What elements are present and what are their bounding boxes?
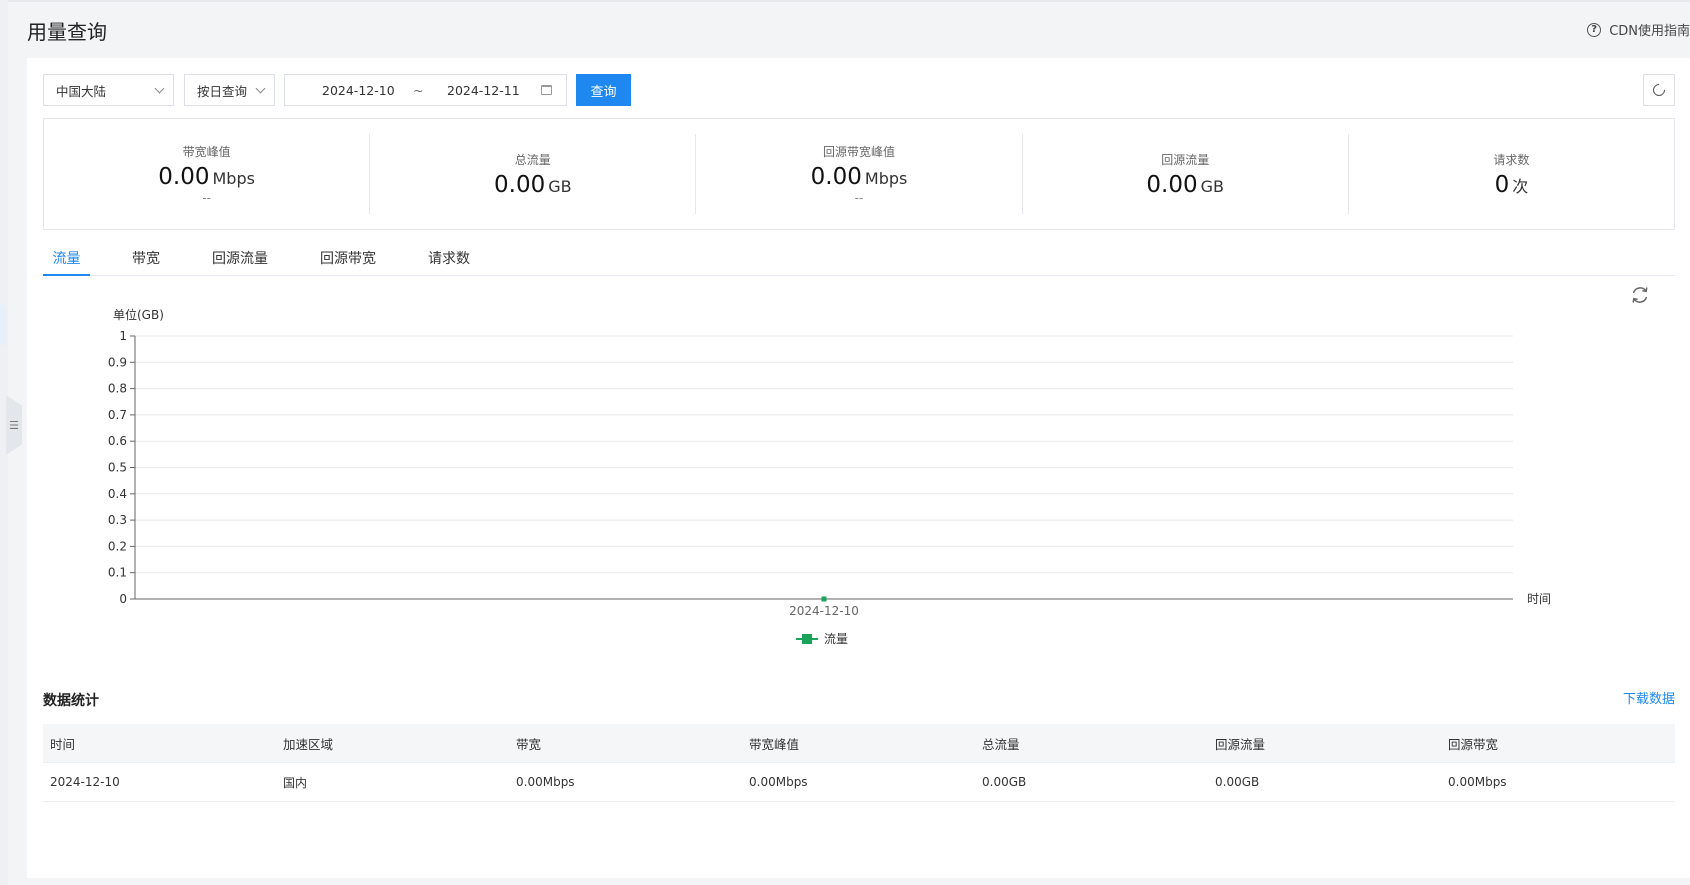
refresh-icon bbox=[1650, 81, 1668, 99]
cdn-guide-link[interactable]: ? CDN使用指南 bbox=[1587, 20, 1690, 39]
stat-label: 回源流量 bbox=[1161, 152, 1210, 167]
stat-unit: GB bbox=[1200, 176, 1224, 196]
tab-requests[interactable]: 请求数 bbox=[428, 240, 470, 276]
traffic-chart: 00.10.20.30.40.50.60.70.80.91 单位(GB) 时间 … bbox=[108, 307, 1551, 646]
legend-marker bbox=[802, 634, 812, 644]
tab-origin-bandwidth[interactable]: 回源带宽 bbox=[320, 240, 376, 276]
stat-label: 总流量 bbox=[514, 152, 551, 167]
y-tick-label: 0.2 bbox=[108, 539, 127, 553]
query-button[interactable]: 查询 bbox=[576, 74, 631, 106]
y-tick-label: 0 bbox=[119, 592, 127, 606]
column-header: 回源流量 bbox=[1215, 736, 1266, 752]
refresh-button[interactable] bbox=[1643, 74, 1675, 106]
region-select[interactable]: 中国大陆 bbox=[43, 74, 174, 106]
query-mode-select[interactable]: 按日查询 bbox=[184, 74, 275, 106]
stat-unit: Mbps bbox=[864, 169, 908, 188]
stat-total-traffic: 总流量 0.00 GB bbox=[369, 134, 695, 214]
legend-label: 流量 bbox=[824, 632, 848, 646]
column-header: 带宽峰值 bbox=[749, 736, 800, 752]
stat-unit: GB bbox=[548, 176, 572, 196]
stat-value: 0.00 bbox=[1146, 171, 1198, 198]
stat-unit: Mbps bbox=[212, 169, 255, 188]
stat-sub: -- bbox=[202, 191, 211, 205]
date-separator: ~ bbox=[413, 82, 424, 98]
y-tick-label: 0.1 bbox=[108, 566, 127, 580]
date-range-picker[interactable]: 2024-12-10 ~ 2024-12-11 bbox=[284, 74, 567, 106]
y-tick-label: 0.6 bbox=[108, 434, 127, 448]
y-tick-label: 0.5 bbox=[108, 461, 127, 475]
y-tick-label: 0.7 bbox=[108, 408, 127, 422]
stats-summary: 带宽峰值 0.00 Mbps -- 总流量 0.00 GB 回源带宽峰值 0.00 M… bbox=[43, 118, 1675, 230]
column-header: 加速区域 bbox=[283, 736, 334, 752]
column-header: 回源带宽 bbox=[1448, 736, 1499, 752]
stat-unit: 次 bbox=[1512, 176, 1529, 196]
chart-refresh-icon[interactable] bbox=[1629, 284, 1651, 306]
data-stats-title: 数据统计 bbox=[43, 693, 99, 709]
table-cell: 0.00GB bbox=[1215, 775, 1260, 789]
download-data-link[interactable]: 下载数据 bbox=[1623, 688, 1675, 707]
y-tick-label: 0.3 bbox=[108, 513, 127, 527]
stat-value: 0.00 bbox=[810, 164, 862, 190]
stat-sub: -- bbox=[854, 191, 864, 205]
column-header: 带宽 bbox=[516, 736, 542, 752]
stat-requests: 请求数 0次 bbox=[1347, 134, 1674, 214]
page-title: 用量查询 bbox=[27, 20, 107, 44]
region-value: 中国大陆 bbox=[56, 83, 107, 99]
chevron-down-icon bbox=[154, 83, 165, 93]
metric-tabs: 流量 带宽 回源流量 回源带宽 请求数 bbox=[43, 240, 1675, 276]
y-tick-label: 0.4 bbox=[108, 487, 127, 501]
stat-label: 带宽峰值 bbox=[182, 145, 231, 159]
stat-value: 0.00 bbox=[158, 164, 210, 190]
table-cell: 0.00Mbps bbox=[1448, 775, 1507, 789]
data-table: 时间 加速区域 带宽 带宽峰值 总流量 回源流量 回源带宽 2024-12-10… bbox=[43, 724, 1675, 802]
cdn-guide-label: CDN使用指南 bbox=[1609, 24, 1690, 39]
stat-origin-traffic: 回源流量 0.00 GB bbox=[1021, 134, 1348, 214]
table-cell: 0.00Mbps bbox=[749, 775, 808, 789]
stat-origin-bandwidth-peak: 回源带宽峰值 0.00 Mbps -- bbox=[695, 134, 1021, 214]
tab-traffic[interactable]: 流量 bbox=[43, 240, 90, 276]
stat-bandwidth-peak: 带宽峰值 0.00 Mbps -- bbox=[44, 134, 369, 214]
start-date[interactable]: 2024-12-10 bbox=[322, 83, 395, 98]
table-cell: 2024-12-10 bbox=[50, 775, 120, 789]
query-mode-value: 按日查询 bbox=[197, 83, 248, 99]
table-cell: 0.00Mbps bbox=[516, 775, 575, 789]
column-header: 总流量 bbox=[982, 736, 1020, 752]
table-cell: 0.00GB bbox=[982, 775, 1027, 789]
sidebar-toggle-icon[interactable]: ☰ bbox=[6, 395, 22, 455]
stat-label: 回源带宽峰值 bbox=[823, 145, 896, 159]
tab-origin-traffic[interactable]: 回源流量 bbox=[212, 240, 268, 276]
sidebar-active-marker bbox=[0, 305, 6, 345]
filter-bar: 中国大陆 按日查询 2024-12-10 ~ 2024-12-11 查询 bbox=[43, 74, 631, 106]
y-tick-label: 1 bbox=[119, 329, 127, 343]
usage-panel: 中国大陆 按日查询 2024-12-10 ~ 2024-12-11 查询 带宽峰… bbox=[27, 58, 1690, 878]
y-tick-label: 0.8 bbox=[108, 382, 127, 396]
x-axis-label: 时间 bbox=[1527, 592, 1551, 606]
chart-legend[interactable]: 流量 bbox=[796, 632, 848, 646]
table-cell: 国内 bbox=[283, 775, 308, 790]
y-axis-label: 单位(GB) bbox=[113, 307, 164, 322]
stat-value: 0.00 bbox=[494, 171, 546, 198]
stat-label: 请求数 bbox=[1493, 152, 1530, 167]
table-row: 2024-12-10 国内 0.00Mbps 0.00Mbps 0.00GB 0… bbox=[43, 763, 1675, 802]
table-header: 时间 加速区域 带宽 带宽峰值 总流量 回源流量 回源带宽 bbox=[43, 724, 1675, 763]
calendar-icon[interactable] bbox=[541, 85, 552, 95]
stat-value: 0 bbox=[1494, 171, 1510, 198]
end-date[interactable]: 2024-12-11 bbox=[447, 83, 520, 98]
data-point[interactable] bbox=[821, 596, 827, 602]
x-tick-label: 2024-12-10 bbox=[789, 604, 859, 618]
y-tick-label: 0.9 bbox=[108, 355, 127, 369]
tab-bandwidth[interactable]: 带宽 bbox=[132, 240, 160, 276]
help-icon: ? bbox=[1587, 22, 1602, 37]
top-border bbox=[0, 0, 1690, 2]
column-header: 时间 bbox=[50, 736, 76, 752]
chevron-down-icon bbox=[255, 83, 266, 93]
